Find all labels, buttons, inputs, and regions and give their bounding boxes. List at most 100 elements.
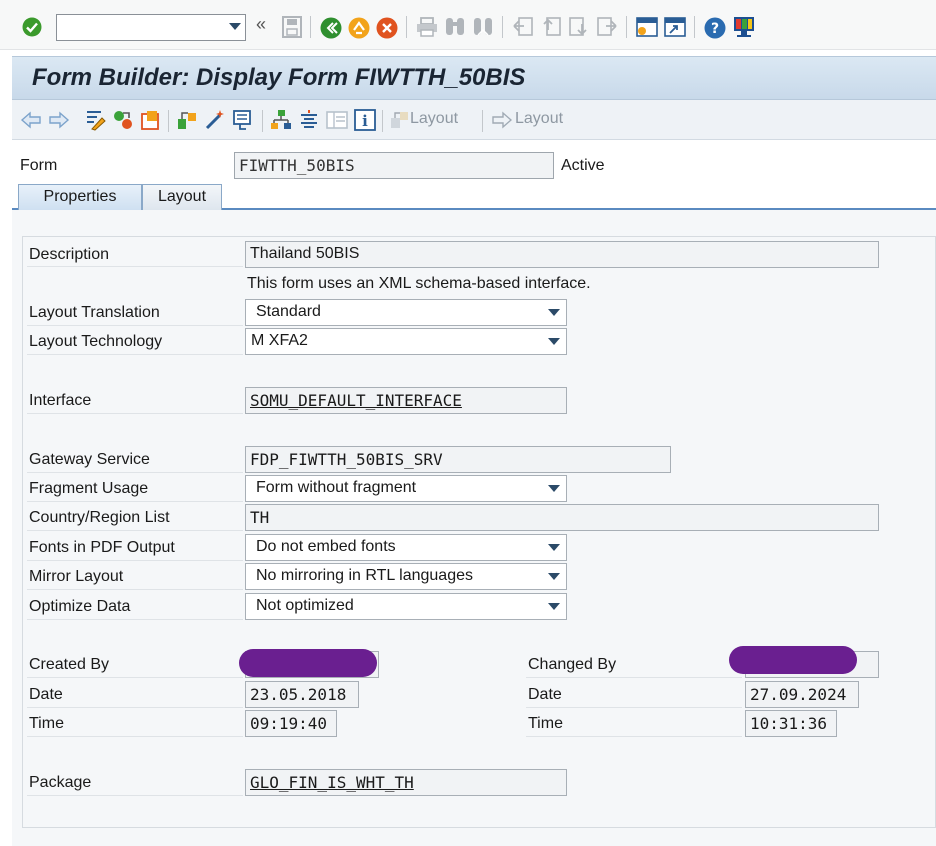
label-underline — [526, 707, 742, 708]
description-field[interactable]: Thailand 50BIS — [245, 241, 879, 268]
cancel-icon[interactable] — [376, 17, 398, 39]
next-page-icon[interactable] — [568, 16, 590, 38]
fragment-usage-label: Fragment Usage — [29, 480, 149, 497]
changed-time-label: Time — [528, 715, 563, 732]
fragment-usage-dropdown[interactable]: Form without fragment — [245, 475, 567, 502]
tab-properties[interactable]: Properties — [18, 184, 142, 210]
chevron-down-icon[interactable] — [548, 544, 560, 551]
back-icon[interactable] — [320, 17, 342, 39]
optimize-data-label: Optimize Data — [29, 598, 131, 615]
last-page-icon[interactable] — [596, 16, 618, 38]
layout-translation-dropdown[interactable]: Standard — [245, 299, 567, 326]
help-icon[interactable]: ? — [704, 17, 726, 39]
hierarchy-icon[interactable] — [270, 109, 292, 131]
optimize-data-dropdown[interactable]: Not optimized — [245, 593, 567, 620]
interface-label: Interface — [29, 392, 92, 409]
fonts-pdf-label: Fonts in PDF Output — [29, 539, 175, 556]
changed-date-field[interactable]: 27.09.2024 — [745, 681, 859, 708]
label-underline — [27, 736, 243, 737]
label-underline — [27, 472, 243, 473]
chevron-down-icon[interactable] — [548, 338, 560, 345]
mirror-layout-value: No mirroring in RTL languages — [256, 567, 473, 584]
country-region-label: Country/Region List — [29, 509, 170, 526]
layout-button-1-label[interactable]: Layout — [410, 110, 458, 128]
label-underline — [27, 795, 243, 796]
package-field[interactable]: GLO_FIN_IS_WHT_TH — [245, 769, 567, 796]
chevron-down-icon[interactable] — [548, 309, 560, 316]
command-input[interactable] — [57, 15, 223, 40]
create-session-icon[interactable] — [636, 16, 658, 38]
svg-text:?: ? — [711, 21, 719, 37]
command-field[interactable] — [56, 14, 246, 41]
label-underline — [27, 325, 243, 326]
display-change-icon[interactable] — [84, 109, 106, 131]
description-label: Description — [29, 246, 110, 263]
activate-icon[interactable] — [140, 109, 162, 131]
created-time-label: Time — [29, 715, 64, 732]
magic-wand-icon[interactable] — [204, 109, 226, 131]
created-time-field[interactable]: 09:19:40 — [245, 710, 337, 737]
customize-layout-icon[interactable] — [732, 16, 756, 38]
form-status: Active — [561, 157, 605, 174]
align-icon[interactable] — [298, 109, 320, 131]
mirror-layout-dropdown[interactable]: No mirroring in RTL languages — [245, 563, 567, 590]
toolbar-separator — [168, 110, 169, 132]
toolbar-separator — [310, 16, 311, 38]
fonts-pdf-value: Do not embed fonts — [256, 538, 396, 555]
label-underline — [27, 266, 243, 267]
double-chevron-left-icon[interactable]: « — [256, 14, 266, 35]
changed-time-field[interactable]: 10:31:36 — [745, 710, 837, 737]
label-underline — [27, 354, 243, 355]
redaction-mark — [729, 646, 857, 674]
exit-icon[interactable] — [348, 17, 370, 39]
label-underline — [27, 589, 243, 590]
layout-object-icon[interactable] — [390, 110, 410, 130]
fonts-pdf-dropdown[interactable]: Do not embed fonts — [245, 534, 567, 561]
print-icon[interactable] — [416, 17, 438, 37]
layout-technology-dropdown[interactable]: M XFA2 — [245, 328, 567, 355]
interface-note: This form uses an XML schema-based inter… — [247, 275, 591, 292]
optimize-data-value: Not optimized — [256, 597, 354, 614]
enter-icon[interactable] — [22, 17, 42, 37]
check-icon[interactable] — [176, 109, 198, 131]
label-underline — [27, 707, 243, 708]
label-underline — [27, 560, 243, 561]
svg-text:i: i — [362, 112, 368, 130]
find-icon[interactable] — [444, 16, 466, 38]
layout-arrow-icon[interactable] — [492, 110, 512, 130]
created-date-field[interactable]: 23.05.2018 — [245, 681, 359, 708]
chevron-down-icon[interactable] — [548, 573, 560, 580]
layout-technology-label: Layout Technology — [29, 333, 163, 350]
label-underline — [27, 413, 243, 414]
first-page-icon[interactable] — [512, 16, 534, 38]
save-icon[interactable] — [282, 16, 302, 38]
form-name-field[interactable]: FIWTTH_50BIS — [234, 152, 554, 179]
chevron-down-icon[interactable] — [229, 23, 241, 30]
layout-button-2-label[interactable]: Layout — [515, 110, 563, 128]
gateway-service-field[interactable]: FDP_FIWTTH_50BIS_SRV — [245, 446, 671, 473]
chevron-down-icon[interactable] — [548, 485, 560, 492]
tab-strip: Properties Layout — [12, 184, 936, 210]
tab-layout[interactable]: Layout — [142, 184, 222, 210]
forward-arrow-icon[interactable] — [48, 110, 70, 130]
system-toolbar: « ? — [0, 0, 936, 50]
previous-page-icon[interactable] — [540, 16, 562, 38]
where-used-icon[interactable] — [232, 109, 254, 131]
chevron-down-icon[interactable] — [548, 603, 560, 610]
toolbar-separator — [694, 16, 695, 38]
back-arrow-icon[interactable] — [20, 110, 42, 130]
package-label: Package — [29, 774, 92, 791]
application-toolbar: i Layout Layout — [12, 100, 936, 140]
label-underline — [27, 677, 243, 678]
changed-by-label: Changed By — [528, 656, 617, 673]
country-region-field[interactable]: TH — [245, 504, 879, 531]
interface-field[interactable]: SOMU_DEFAULT_INTERFACE — [245, 387, 567, 414]
changed-date-label: Date — [528, 686, 562, 703]
layout-translation-label: Layout Translation — [29, 304, 160, 321]
other-object-icon[interactable] — [112, 109, 134, 131]
label-underline — [526, 736, 742, 737]
info-icon[interactable]: i — [354, 109, 376, 131]
panel-icon[interactable] — [326, 110, 348, 130]
shortcut-icon[interactable] — [664, 16, 686, 38]
find-next-icon[interactable] — [472, 16, 494, 38]
